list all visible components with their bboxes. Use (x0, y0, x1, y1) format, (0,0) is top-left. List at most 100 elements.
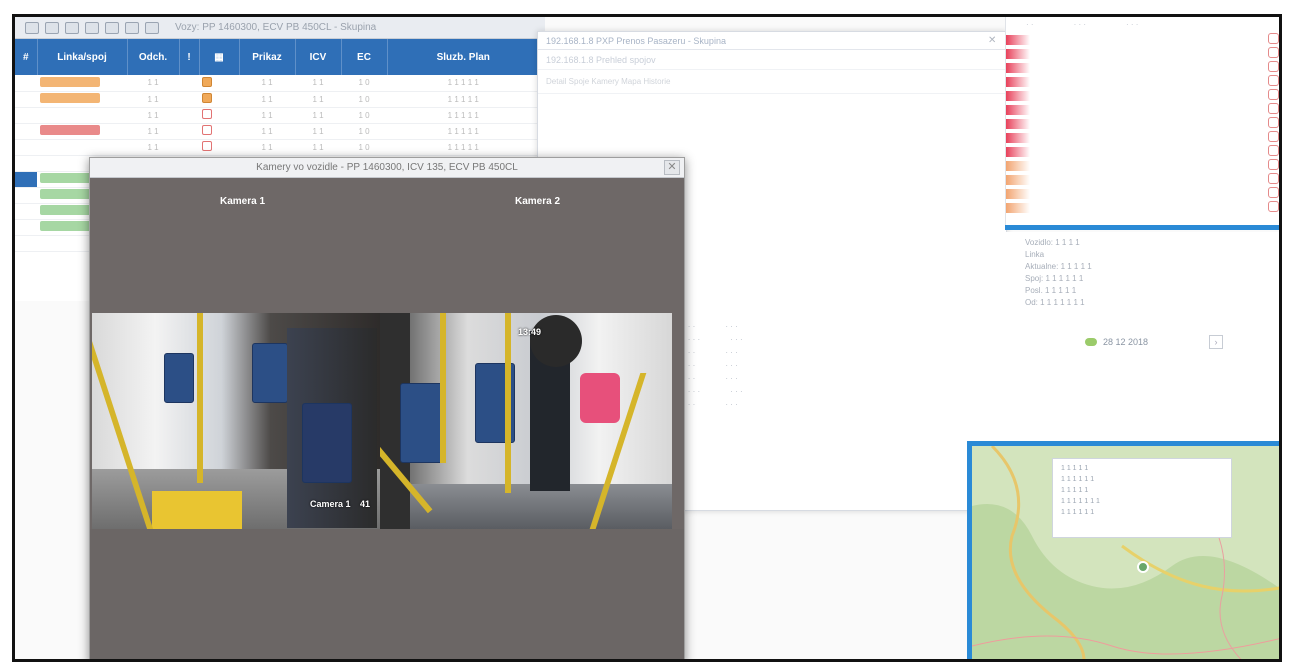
action-icon[interactable] (1268, 103, 1279, 114)
col-header[interactable]: Prikaz (239, 39, 296, 75)
col-header[interactable]: ! (179, 39, 200, 75)
table-cell (15, 91, 37, 108)
action-icon[interactable] (1268, 131, 1279, 142)
table-cell (15, 139, 37, 156)
table-cell: 1 1 (127, 75, 179, 92)
table-cell: 1 1 (239, 107, 295, 124)
table-row[interactable]: 1 11 11 11 01 1 1 1 1 (15, 123, 540, 140)
action-icon[interactable] (1268, 47, 1279, 58)
list-item[interactable] (1006, 145, 1279, 159)
close-icon[interactable]: ✕ (988, 35, 1000, 47)
refresh-icon[interactable] (65, 21, 79, 34)
col-header[interactable]: ICV (295, 39, 342, 75)
date-badge[interactable]: 28 12 2018 (1085, 337, 1148, 347)
settings-icon[interactable] (145, 21, 159, 34)
home-icon[interactable] (25, 21, 39, 34)
camera-1-timestamp: 41 (360, 499, 371, 509)
print-icon[interactable] (105, 21, 119, 34)
action-icon[interactable] (1268, 75, 1279, 86)
vehicle-info-panel: Vozidlo: 1 1 1 1 Linka Aktualne: 1 1 1 1… (1005, 232, 1279, 442)
table-cell: 1 1 (127, 123, 179, 140)
table-cell: 1 1 (127, 139, 179, 156)
list-item[interactable] (1006, 117, 1279, 131)
line-pill (40, 76, 100, 87)
priority-bar (1006, 49, 1030, 59)
table-cell (37, 139, 127, 156)
table-cell (199, 75, 239, 92)
vehicle-marker-icon[interactable] (1137, 561, 1149, 573)
priority-bar (1006, 77, 1030, 87)
list-item[interactable] (1006, 33, 1279, 47)
close-dialog-button[interactable]: ✕ (664, 160, 680, 175)
main-toolbar: Vozy: PP 1460300, ECV PB 450CL - Skupina (15, 17, 545, 39)
col-header[interactable]: # (15, 39, 38, 75)
table-row[interactable]: 1 11 11 11 01 1 1 1 1 (15, 139, 540, 156)
list-item: · · · · · · · (678, 400, 738, 409)
table-cell: 1 1 (239, 123, 295, 140)
col-header[interactable]: Odch. (127, 39, 180, 75)
priority-bar (1006, 133, 1030, 143)
table-row[interactable]: 1 11 11 11 01 1 1 1 1 (15, 75, 540, 92)
priority-bar (1006, 119, 1030, 129)
filter-icon[interactable] (85, 21, 99, 34)
col-header[interactable]: EC (341, 39, 388, 75)
list-item[interactable] (1006, 187, 1279, 201)
table-cell (199, 107, 239, 124)
camera-2-timestamp: 13:49 (518, 327, 542, 337)
list-item[interactable] (1006, 159, 1279, 173)
info-line: Aktualne: 1 1 1 1 1 (1025, 262, 1092, 271)
list-item[interactable] (1006, 131, 1279, 145)
camera-dialog-body: Kamera 1 Kamera 2 Camera 1 41 13:49 (90, 178, 684, 659)
table-row[interactable]: 1 11 11 11 01 1 1 1 1 (15, 91, 540, 108)
table-cell (15, 155, 37, 172)
detail-window-subtitle: 192.168.1.8 Prehled spojov (538, 50, 1006, 70)
table-cell (179, 75, 199, 92)
action-icon[interactable] (1268, 145, 1279, 156)
col-header[interactable]: Sluzb. Plan (387, 39, 540, 75)
table-cell: 1 1 1 1 1 (387, 91, 540, 108)
priority-bar (1006, 63, 1030, 73)
camera-status-icon[interactable] (202, 141, 212, 151)
table-cell: 1 1 1 1 1 (387, 139, 540, 156)
next-button[interactable]: › (1209, 335, 1223, 349)
alerts-list: · · · · · · · · (1005, 17, 1279, 227)
action-icon[interactable] (1268, 89, 1279, 100)
action-icon[interactable] (1268, 117, 1279, 128)
list-item[interactable] (1006, 61, 1279, 75)
map-view[interactable]: 1 1 1 1 1 1 1 1 1 1 1 1 1 1 1 1 1 1 1 1 … (967, 441, 1279, 659)
action-icon[interactable] (1268, 61, 1279, 72)
camera-status-icon[interactable] (202, 109, 212, 119)
back-icon[interactable] (45, 21, 59, 34)
action-icon[interactable] (1268, 173, 1279, 184)
priority-bar (1006, 147, 1030, 157)
list-item[interactable] (1006, 89, 1279, 103)
list-item: · · · · · · · · (678, 335, 743, 344)
list-item[interactable] (1006, 75, 1279, 89)
action-icon[interactable] (1268, 201, 1279, 212)
list-item[interactable] (1006, 201, 1279, 215)
table-cell: 1 1 1 1 1 (387, 107, 540, 124)
col-header[interactable]: Linka/spoj (37, 39, 128, 75)
camera-status-icon[interactable] (202, 125, 212, 135)
detail-tabs[interactable]: Detail Spoje Kamery Mapa Historie (538, 70, 1006, 94)
camera-dialog-title-text: Kamery vo vozidle - PP 1460300, ICV 135,… (256, 162, 518, 173)
list-item[interactable] (1006, 47, 1279, 61)
camera-status-icon[interactable] (202, 76, 212, 87)
action-icon[interactable] (1268, 187, 1279, 198)
list-item[interactable] (1006, 173, 1279, 187)
camera-1-feed[interactable]: Camera 1 41 (92, 313, 380, 529)
camera-2-feed[interactable]: 13:49 (380, 313, 672, 529)
list-item: · · · · · · · (678, 322, 738, 331)
table-cell (179, 139, 199, 156)
action-icon[interactable] (1268, 159, 1279, 170)
grid-icon[interactable] (125, 21, 139, 34)
detail-window-title: 192.168.1.8 PXP Prenos Pasazeru - Skupin… (538, 32, 1006, 50)
action-icon[interactable] (1268, 33, 1279, 44)
camera-1-label: Kamera 1 (220, 196, 266, 207)
list-item[interactable] (1006, 103, 1279, 117)
table-cell (15, 171, 37, 188)
table-cell: 1 1 1 1 1 (387, 123, 540, 140)
col-header-icon[interactable]: ▦ (199, 39, 240, 75)
table-row[interactable]: 1 11 11 11 01 1 1 1 1 (15, 107, 540, 124)
camera-status-icon[interactable] (202, 93, 212, 103)
